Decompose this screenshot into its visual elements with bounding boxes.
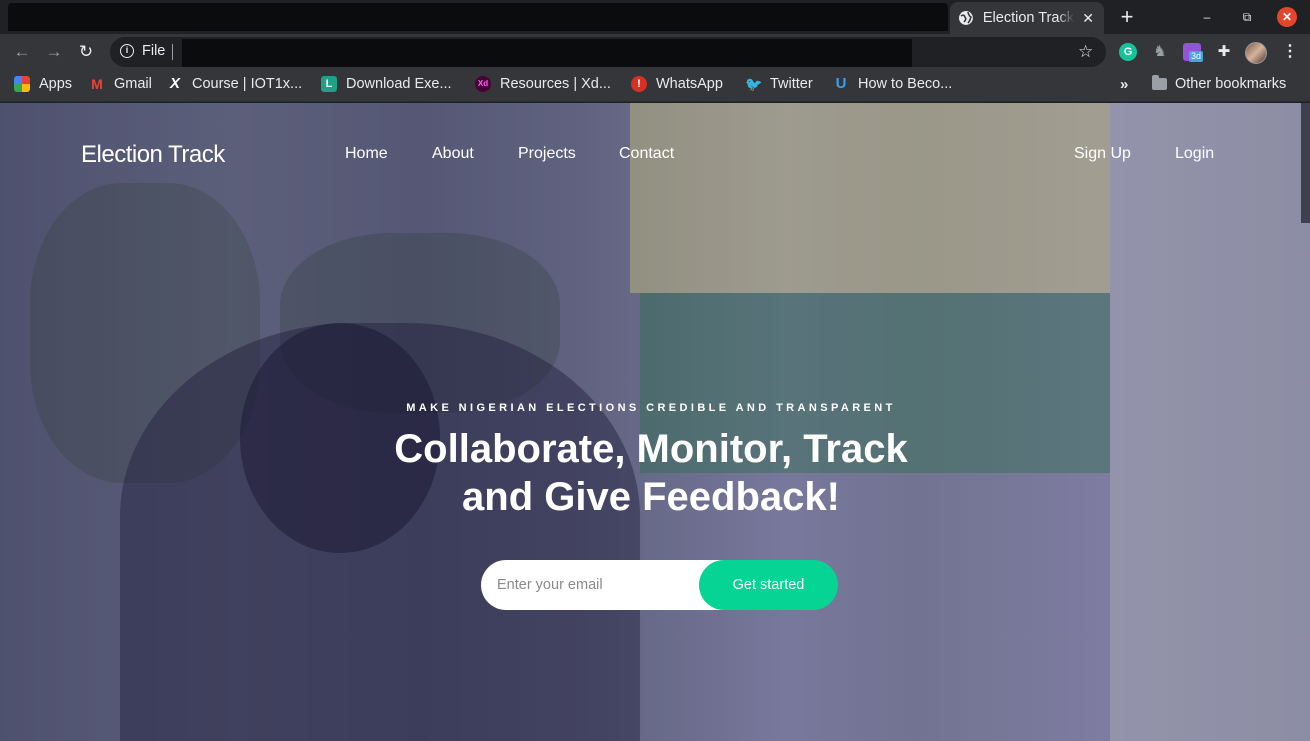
browser-toolbar: ← → ↻ i File ☆ G ♞ 3d ✚ ⋮ [0,34,1310,70]
bookmark-resources-xd[interactable]: Xd Resources | Xd... [475,76,611,92]
folder-icon [1152,75,1167,90]
xd-icon: Xd [475,76,491,92]
bookmark-label: Resources | Xd... [500,76,611,92]
nav-link-home[interactable]: Home [345,145,388,163]
browser-tabstrip: Election Track ✕ + – ⧉ ✕ [0,0,1310,34]
edx-icon: X [169,75,180,92]
nav-link-contact[interactable]: Contact [619,145,674,163]
extensions-puzzle-icon[interactable]: ✚ [1215,43,1233,61]
tab-election-track[interactable]: Election Track ✕ [950,2,1104,34]
bookmark-whatsapp[interactable]: ! WhatsApp [631,76,723,92]
bookmark-how-to-become[interactable]: U How to Beco... [833,75,953,93]
window-close-button[interactable]: ✕ [1277,7,1297,27]
bookmark-label: How to Beco... [858,76,953,92]
nav-link-login[interactable]: Login [1175,145,1214,163]
nav-link-projects[interactable]: Projects [518,145,576,163]
grammarly-extension-icon[interactable]: G [1119,43,1137,61]
gmail-icon: M [91,76,103,92]
bookmark-label: Twitter [770,76,813,92]
email-input[interactable] [481,560,731,610]
ghost-extension-icon[interactable]: ♞ [1151,43,1169,61]
bookmarks-bar: Apps M Gmail X Course | IOT1x... L Downl… [0,70,1310,102]
hero-background-photo [1110,103,1310,741]
page-viewport: Election Track Home About Projects Conta… [0,103,1310,741]
bookmark-course-iot[interactable]: X Course | IOT1x... [167,75,303,93]
twitter-icon: 🐦 [745,76,763,92]
profile-avatar[interactable] [1245,42,1267,64]
omnibox-divider [172,44,173,60]
tab-close-icon[interactable]: ✕ [1080,10,1096,27]
info-icon[interactable]: i [120,44,134,58]
bookmark-label: Gmail [114,76,152,92]
hero-headline-line2: and Give Feedback! [462,475,840,519]
hero-headline-line1: Collaborate, Monitor, Track [394,427,908,471]
browser-menu-icon[interactable]: ⋮ [1281,43,1299,61]
udacity-icon: U [835,75,847,92]
calendar-badge: 3d [1189,51,1204,62]
address-bar[interactable]: i File ☆ [110,37,1106,67]
back-arrow-icon[interactable]: ← [12,42,32,62]
tab-title: Election Track [982,10,1074,26]
nav-link-signup[interactable]: Sign Up [1074,145,1131,163]
download-site-icon: L [321,76,337,92]
bookmark-download[interactable]: L Download Exe... [321,76,452,92]
bookmark-star-icon[interactable]: ☆ [1078,42,1093,62]
hero-headline: Collaborate, Monitor, Track and Give Fee… [300,425,1002,521]
redacted-tabs-area [8,3,948,31]
page-scrollbar[interactable] [1301,103,1310,223]
get-started-button[interactable]: Get started [699,560,838,610]
site-logo[interactable]: Election Track [81,141,225,169]
email-signup-form: Get started [481,560,838,610]
bookmark-label: Course | IOT1x... [192,76,303,92]
nav-link-about[interactable]: About [432,145,474,163]
whatsapp-alert-icon: ! [631,76,647,92]
other-bookmarks-label: Other bookmarks [1175,76,1287,92]
bookmarks-overflow-icon[interactable]: » [1120,76,1128,93]
url-scheme-label: File [142,43,166,59]
bookmark-twitter[interactable]: 🐦 Twitter [745,76,813,92]
apps-grid-icon [14,76,30,92]
bookmark-apps[interactable]: Apps [14,76,72,92]
calendar-extension-icon[interactable]: 3d [1183,43,1204,62]
other-bookmarks-folder[interactable]: Other bookmarks [1152,75,1287,92]
redacted-url [182,39,912,67]
new-tab-button[interactable]: + [1116,6,1138,28]
hero-background-photo [630,103,1110,293]
window-restore-button[interactable]: ⧉ [1237,7,1257,27]
window-minimize-button[interactable]: – [1197,7,1217,27]
bookmark-label: Download Exe... [346,76,452,92]
hero-tagline: MAKE NIGERIAN ELECTIONS CREDIBLE AND TRA… [406,402,896,414]
bookmark-label: WhatsApp [656,76,723,92]
globe-icon [958,11,973,25]
bookmark-label: Apps [39,76,73,92]
bookmark-gmail[interactable]: M Gmail [89,76,152,92]
forward-arrow-icon[interactable]: → [44,42,64,62]
reload-icon[interactable]: ↻ [76,42,96,62]
